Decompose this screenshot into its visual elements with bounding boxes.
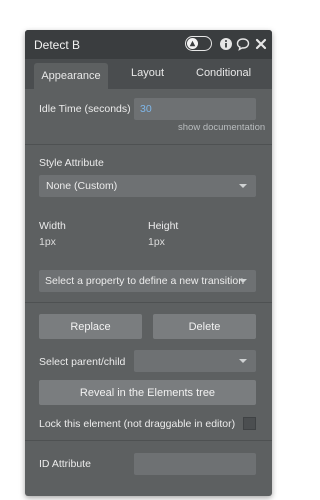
style-attribute-value: None (Custom)	[46, 180, 118, 192]
chevron-down-icon	[239, 279, 247, 283]
id-attribute-input[interactable]	[134, 453, 256, 475]
chevron-down-icon	[239, 359, 247, 363]
close-icon[interactable]	[254, 37, 268, 51]
width-value[interactable]: 1px	[39, 236, 56, 248]
chevron-down-icon	[239, 184, 247, 188]
property-editor-panel: Detect B Appearance Layout Conditional I…	[25, 30, 272, 496]
replace-button[interactable]: Replace	[39, 314, 142, 339]
idle-time-label: Idle Time (seconds)	[39, 103, 131, 115]
show-documentation-link[interactable]: show documentation	[178, 122, 265, 133]
info-icon[interactable]	[219, 37, 233, 51]
lock-element-checkbox[interactable]	[243, 417, 256, 430]
tab-appearance[interactable]: Appearance	[34, 63, 108, 89]
delete-button[interactable]: Delete	[153, 314, 256, 339]
reveal-in-elements-tree-button[interactable]: Reveal in the Elements tree	[39, 380, 256, 405]
tabs-bar: Appearance Layout Conditional	[25, 59, 272, 89]
transition-placeholder: Select a property to define a new transi…	[45, 275, 245, 287]
divider	[25, 440, 272, 441]
comment-icon[interactable]	[236, 37, 250, 51]
id-attribute-label: ID Attribute	[39, 458, 91, 470]
triangle-icon	[189, 40, 196, 46]
element-name[interactable]: Detect B	[34, 38, 80, 52]
width-label: Width	[39, 220, 66, 232]
divider	[25, 302, 272, 303]
select-parent-child-label: Select parent/child	[39, 356, 126, 368]
height-value[interactable]: 1px	[148, 236, 165, 248]
lock-element-label: Lock this element (not draggable in edit…	[39, 418, 236, 430]
tab-layout[interactable]: Layout	[131, 67, 164, 79]
style-attribute-label: Style Attribute	[39, 157, 104, 169]
divider	[25, 144, 272, 145]
transition-dropdown[interactable]: Select a property to define a new transi…	[39, 270, 256, 292]
style-attribute-dropdown[interactable]: None (Custom)	[39, 175, 256, 197]
idle-time-input[interactable]: 30	[134, 98, 256, 120]
toggle-knob	[187, 37, 198, 49]
title-bar: Detect B	[25, 30, 272, 59]
toggle-icon[interactable]	[185, 36, 212, 51]
parent-child-dropdown[interactable]	[134, 350, 256, 372]
height-label: Height	[148, 220, 179, 232]
tab-conditional[interactable]: Conditional	[196, 67, 251, 79]
